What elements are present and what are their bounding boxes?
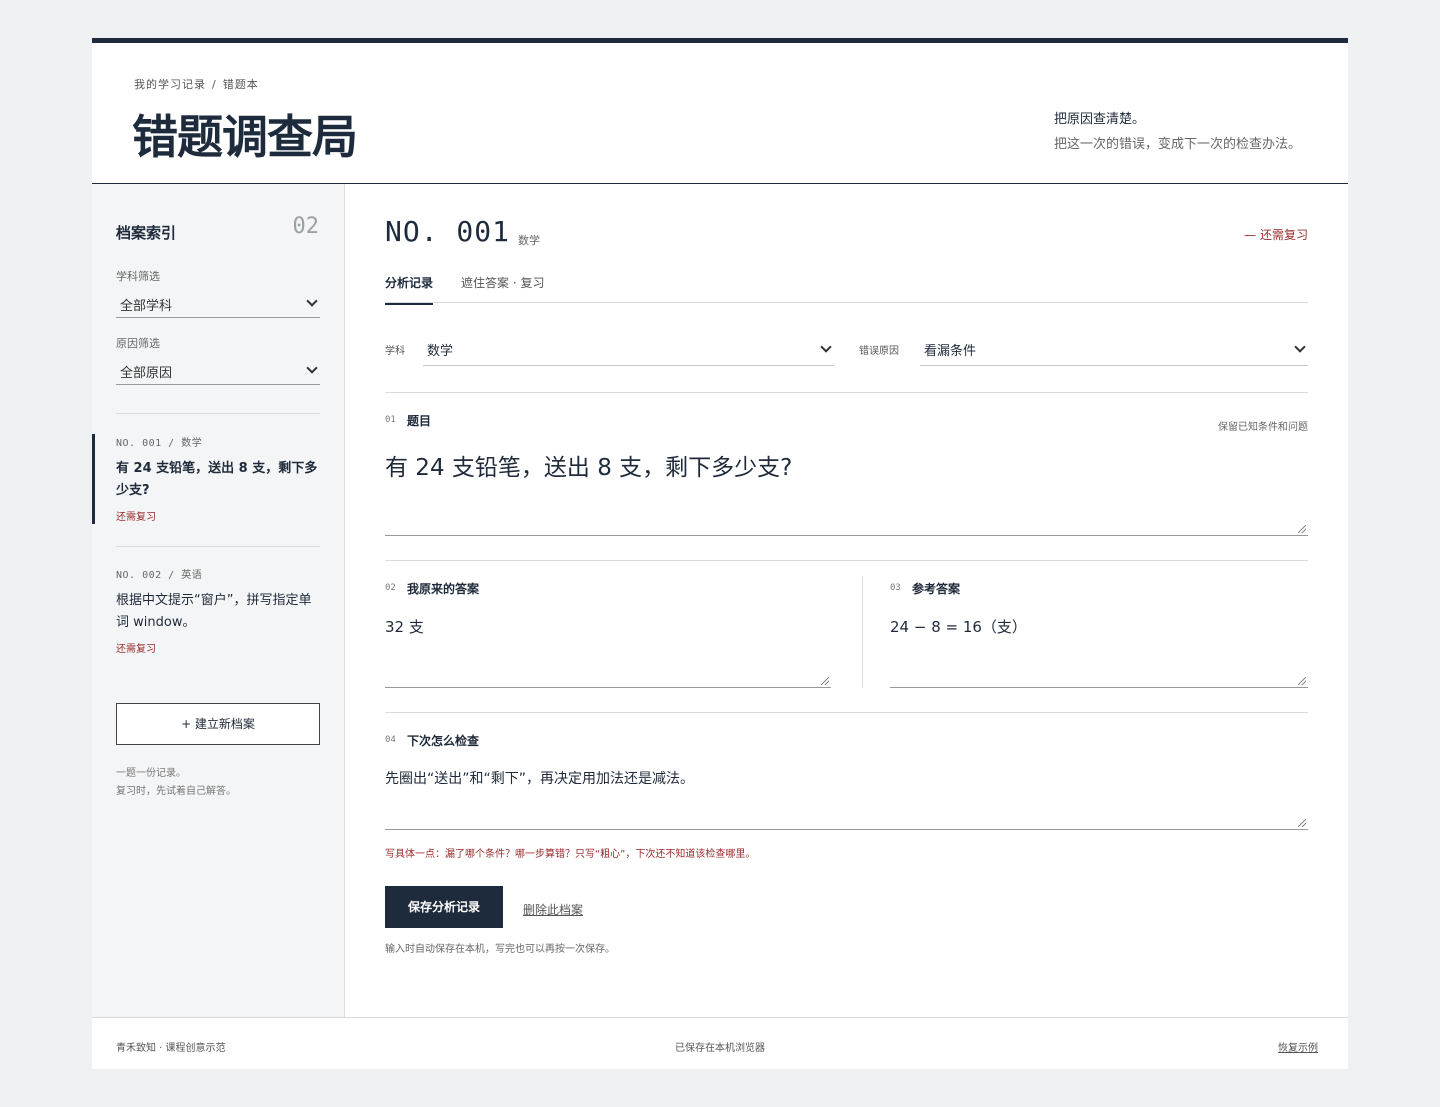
- reason-select-value: 看漏条件: [924, 344, 977, 359]
- record-item-002[interactable]: NO. 002 / 英语 根据中文提示“窗户”，拼写指定单词 window。 还…: [92, 566, 345, 656]
- review-flag: — 还需复习: [1244, 228, 1308, 242]
- breadcrumb-item: 错题本: [222, 78, 259, 91]
- reference-answer-text: 24 − 8 = 16（支）: [890, 618, 1027, 636]
- divider: [385, 560, 1308, 561]
- question-text: 有 24 支铅笔，送出 8 支，剩下多少支?: [385, 455, 793, 481]
- resize-grip-icon[interactable]: [821, 677, 829, 685]
- record-status: 还需复习: [116, 512, 156, 523]
- sidebar: 档案索引 02 学科筛选 全部学科 原因筛选 全部原因 NO. 001 / 数学…: [92, 184, 345, 1017]
- page-footer: 青禾致知 · 课程创意示范 已保存在本机浏览器 恢复示例: [92, 1017, 1348, 1069]
- resize-grip-icon[interactable]: [1298, 819, 1306, 827]
- subject-filter-select[interactable]: 全部学科: [116, 288, 320, 318]
- helper-text: 写具体一点：漏了哪个条件？哪一步算错？只写“粗心”，下次还不知道该检查哪里。: [385, 849, 756, 860]
- reason-label: 错误原因: [859, 346, 899, 357]
- reason-select[interactable]: 看漏条件: [920, 334, 1308, 366]
- notebook-sheet: 我的学习记录 / 错题本 错题调查局 把原因查清楚。 把这一次的错误，变成下一次的检…: [92, 38, 1348, 1069]
- reason-filter-select[interactable]: 全部原因: [116, 355, 320, 385]
- sidebar-note: 复习时，先试着自己解答。: [116, 786, 236, 797]
- subject-select[interactable]: 数学: [423, 334, 834, 366]
- divider: [116, 546, 320, 547]
- breadcrumb: 我的学习记录 / 错题本: [134, 76, 259, 92]
- resize-grip-icon[interactable]: [1298, 677, 1306, 685]
- divider: [385, 712, 1308, 713]
- tab-analysis[interactable]: 分析记录: [385, 274, 434, 305]
- chevron-down-icon: [1294, 341, 1306, 353]
- page-header: 我的学习记录 / 错题本 错题调查局 把原因查清楚。 把这一次的错误，变成下一次的检…: [92, 43, 1348, 184]
- divider: [385, 392, 1308, 393]
- sidebar-heading: 档案索引: [116, 224, 177, 242]
- section-number: 02: [385, 583, 396, 593]
- record-subject-tag: 数学: [518, 234, 540, 247]
- column-divider: [862, 576, 863, 688]
- record-detail: NO. 001 数学 — 还需复习 分析记录 遮住答案 · 复习 学科 数学 错…: [385, 184, 1308, 1017]
- restore-example-link[interactable]: 恢复示例: [1278, 1039, 1318, 1054]
- save-button[interactable]: 保存分析记录: [385, 886, 503, 928]
- next-check-textarea[interactable]: 先圈出“送出”和“剩下”，再决定用加法还是减法。: [385, 768, 1308, 830]
- divider: [116, 413, 320, 414]
- next-check-title: 下次怎么检查: [407, 734, 480, 748]
- record-question: 有 24 支铅笔，送出 8 支，剩下多少支?: [116, 461, 318, 498]
- question-title: 题目: [407, 414, 432, 428]
- delete-record-link[interactable]: 删除此档案: [523, 901, 583, 918]
- record-number: NO. 001: [385, 215, 511, 248]
- section-number: 04: [385, 735, 396, 745]
- footer-save-status: 已保存在本机浏览器: [675, 1043, 765, 1054]
- tagline: 把原因查清楚。: [1054, 112, 1146, 127]
- record-meta: NO. 002 / 英语: [116, 570, 203, 581]
- record-meta: NO. 001 / 数学: [116, 438, 203, 449]
- chevron-down-icon: [306, 362, 318, 374]
- tab-review[interactable]: 遮住答案 · 复习: [461, 274, 544, 303]
- chevron-down-icon: [820, 341, 832, 353]
- section-number: 03: [890, 583, 901, 593]
- question-textarea[interactable]: 有 24 支铅笔，送出 8 支，剩下多少支?: [385, 448, 1308, 536]
- subject-label: 学科: [385, 346, 405, 357]
- subtagline: 把这一次的错误，变成下一次的检查办法。: [1054, 137, 1302, 152]
- my-answer-title: 我原来的答案: [407, 582, 480, 596]
- record-count: 02: [292, 214, 320, 239]
- reference-answer-title: 参考答案: [912, 582, 961, 596]
- record-question: 根据中文提示“窗户”，拼写指定单词 window。: [116, 593, 312, 630]
- breadcrumb-item[interactable]: 我的学习记录: [134, 78, 206, 91]
- resize-grip-icon[interactable]: [1298, 525, 1306, 533]
- subject-filter-value: 全部学科: [120, 299, 173, 314]
- subject-filter-label: 学科筛选: [116, 270, 160, 283]
- record-item-001[interactable]: NO. 001 / 数学 有 24 支铅笔，送出 8 支，剩下多少支? 还需复习: [92, 434, 345, 524]
- new-record-button[interactable]: + 建立新档案: [116, 703, 320, 745]
- chevron-down-icon: [306, 295, 318, 307]
- record-status: 还需复习: [116, 644, 156, 655]
- question-hint: 保留已知条件和问题: [1218, 422, 1308, 433]
- my-answer-text: 32 支: [385, 618, 424, 636]
- tab-bar: 分析记录 遮住答案 · 复习: [385, 268, 1308, 305]
- section-number: 01: [385, 415, 396, 425]
- page-title: 错题调查局: [132, 110, 358, 164]
- autosave-note: 输入时自动保存在本机，写完也可以再按一次保存。: [385, 944, 615, 955]
- my-answer-textarea[interactable]: 32 支: [385, 616, 831, 688]
- reason-filter-value: 全部原因: [120, 366, 173, 381]
- next-check-text: 先圈出“送出”和“剩下”，再决定用加法还是减法。: [385, 771, 695, 787]
- subject-select-value: 数学: [427, 344, 454, 359]
- reference-answer-textarea[interactable]: 24 − 8 = 16（支）: [890, 616, 1308, 688]
- reason-filter-label: 原因筛选: [116, 337, 160, 350]
- breadcrumb-separator: /: [212, 78, 217, 91]
- sidebar-note: 一题一份记录。: [116, 768, 186, 779]
